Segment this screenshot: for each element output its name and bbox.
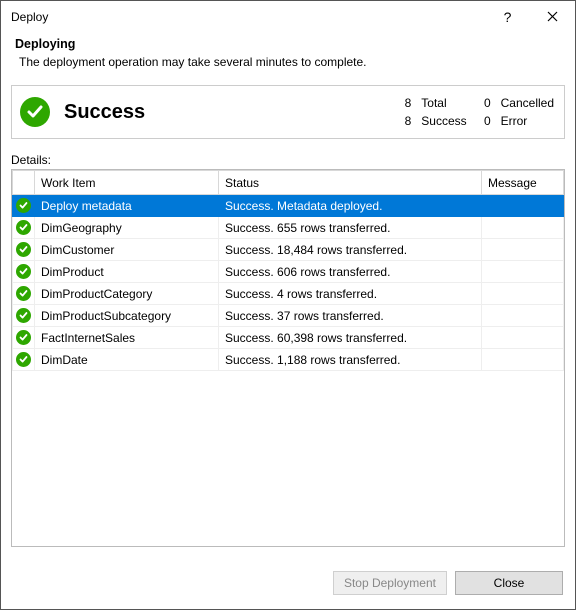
page-title: Deploying bbox=[15, 37, 561, 51]
check-icon bbox=[16, 264, 31, 279]
col-icon[interactable] bbox=[13, 171, 35, 195]
window-title: Deploy bbox=[11, 10, 485, 24]
footer: Stop Deployment Close bbox=[1, 547, 575, 609]
check-icon bbox=[16, 330, 31, 345]
row-status-icon bbox=[13, 217, 35, 239]
cell-work-item: DimProductSubcategory bbox=[35, 305, 219, 327]
help-button[interactable]: ? bbox=[485, 1, 530, 33]
col-status[interactable]: Status bbox=[219, 171, 482, 195]
close-button[interactable]: Close bbox=[455, 571, 563, 595]
cell-message bbox=[482, 195, 564, 217]
table-row[interactable]: DimProductSubcategorySuccess. 37 rows tr… bbox=[13, 305, 564, 327]
cell-message bbox=[482, 305, 564, 327]
row-status-icon bbox=[13, 283, 35, 305]
details-label: Details: bbox=[11, 153, 565, 167]
total-label: Total bbox=[421, 96, 466, 110]
cell-status: Success. 37 rows transferred. bbox=[219, 305, 482, 327]
row-status-icon bbox=[13, 239, 35, 261]
error-count: 0 bbox=[477, 114, 491, 128]
stop-deployment-button: Stop Deployment bbox=[333, 571, 447, 595]
page-subtext: The deployment operation may take severa… bbox=[15, 55, 561, 69]
error-label: Error bbox=[501, 114, 554, 128]
col-message[interactable]: Message bbox=[482, 171, 564, 195]
header: Deploying The deployment operation may t… bbox=[1, 33, 575, 85]
cell-status: Success. 60,398 rows transferred. bbox=[219, 327, 482, 349]
cell-work-item: DimProduct bbox=[35, 261, 219, 283]
close-window-button[interactable] bbox=[530, 1, 575, 33]
table-row[interactable]: Deploy metadataSuccess. Metadata deploye… bbox=[13, 195, 564, 217]
cell-message bbox=[482, 283, 564, 305]
cell-status: Success. Metadata deployed. bbox=[219, 195, 482, 217]
cell-work-item: DimCustomer bbox=[35, 239, 219, 261]
table-row[interactable]: DimProductSuccess. 606 rows transferred. bbox=[13, 261, 564, 283]
cell-work-item: DimGeography bbox=[35, 217, 219, 239]
close-icon bbox=[547, 9, 558, 25]
header-row: Work Item Status Message bbox=[13, 171, 564, 195]
summary-panel: Success 8 Total 0 Cancelled 8 Success 0 … bbox=[11, 85, 565, 139]
table-row[interactable]: FactInternetSalesSuccess. 60,398 rows tr… bbox=[13, 327, 564, 349]
total-count: 8 bbox=[397, 96, 411, 110]
col-work-item[interactable]: Work Item bbox=[35, 171, 219, 195]
details-grid[interactable]: Work Item Status Message Deploy metadata… bbox=[11, 169, 565, 547]
cell-message bbox=[482, 327, 564, 349]
success-icon bbox=[20, 97, 50, 127]
cell-status: Success. 655 rows transferred. bbox=[219, 217, 482, 239]
check-icon bbox=[16, 220, 31, 235]
cell-status: Success. 606 rows transferred. bbox=[219, 261, 482, 283]
table-row[interactable]: DimDateSuccess. 1,188 rows transferred. bbox=[13, 349, 564, 371]
title-bar: Deploy ? bbox=[1, 1, 575, 33]
success-label: Success bbox=[421, 114, 466, 128]
cell-work-item: FactInternetSales bbox=[35, 327, 219, 349]
table-row[interactable]: DimProductCategorySuccess. 4 rows transf… bbox=[13, 283, 564, 305]
table-row[interactable]: DimGeographySuccess. 655 rows transferre… bbox=[13, 217, 564, 239]
cell-status: Success. 4 rows transferred. bbox=[219, 283, 482, 305]
row-status-icon bbox=[13, 327, 35, 349]
check-icon bbox=[16, 242, 31, 257]
cell-status: Success. 18,484 rows transferred. bbox=[219, 239, 482, 261]
cell-work-item: DimDate bbox=[35, 349, 219, 371]
check-icon bbox=[16, 352, 31, 367]
cancelled-label: Cancelled bbox=[501, 96, 554, 110]
cell-message bbox=[482, 349, 564, 371]
cell-work-item: DimProductCategory bbox=[35, 283, 219, 305]
row-status-icon bbox=[13, 305, 35, 327]
table-row[interactable]: DimCustomerSuccess. 18,484 rows transfer… bbox=[13, 239, 564, 261]
cell-message bbox=[482, 239, 564, 261]
check-icon bbox=[16, 308, 31, 323]
check-icon bbox=[16, 198, 31, 213]
summary-status: Success bbox=[64, 101, 397, 124]
success-count: 8 bbox=[397, 114, 411, 128]
summary-stats: 8 Total 0 Cancelled 8 Success 0 Error bbox=[397, 96, 554, 128]
cell-status: Success. 1,188 rows transferred. bbox=[219, 349, 482, 371]
row-status-icon bbox=[13, 195, 35, 217]
check-icon bbox=[16, 286, 31, 301]
cell-work-item: Deploy metadata bbox=[35, 195, 219, 217]
cell-message bbox=[482, 217, 564, 239]
cell-message bbox=[482, 261, 564, 283]
help-icon: ? bbox=[504, 9, 512, 25]
row-status-icon bbox=[13, 261, 35, 283]
row-status-icon bbox=[13, 349, 35, 371]
cancelled-count: 0 bbox=[477, 96, 491, 110]
